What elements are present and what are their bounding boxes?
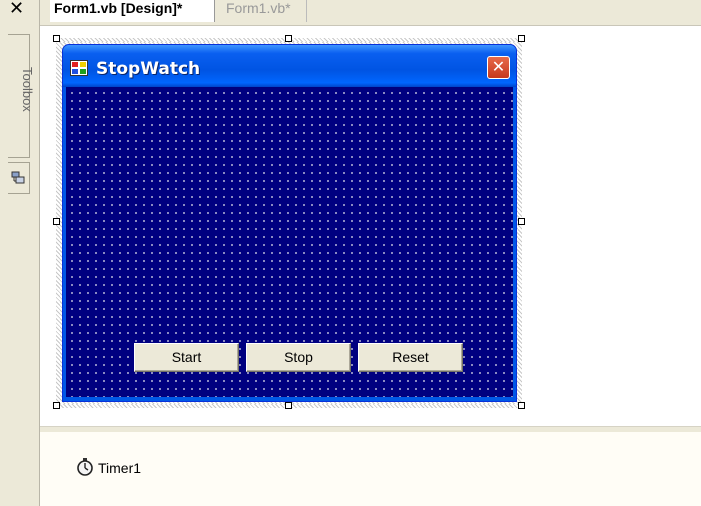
stopwatch-form[interactable]: StopWatch ✕ Start Stop Reset bbox=[62, 44, 517, 402]
start-button[interactable]: Start bbox=[134, 343, 239, 372]
reset-button[interactable]: Reset bbox=[358, 343, 463, 372]
tab-form1-code[interactable]: Form1.vb* bbox=[222, 0, 307, 22]
resize-handle-top-right bbox=[518, 35, 525, 42]
timer1-component-label[interactable]: Timer1 bbox=[98, 460, 141, 476]
toolbox-tab-label: Toolbox bbox=[20, 67, 35, 112]
server-explorer-tab[interactable] bbox=[8, 162, 30, 194]
document-tab-bar: Form1.vb [Design]* Form1.vb* bbox=[40, 0, 701, 26]
close-button[interactable]: ✕ bbox=[487, 56, 510, 79]
server-explorer-icon bbox=[11, 171, 25, 184]
resize-handle-top bbox=[285, 35, 292, 42]
form-title-bar[interactable]: StopWatch ✕ bbox=[63, 45, 516, 87]
resize-handle-bottom-right[interactable] bbox=[518, 402, 525, 409]
stop-button[interactable]: Stop bbox=[246, 343, 351, 372]
resize-handle-top-left bbox=[53, 35, 60, 42]
resize-handle-left bbox=[53, 218, 60, 225]
form-icon bbox=[70, 60, 88, 76]
toolbox-strip: ✕ Toolbox bbox=[0, 0, 40, 506]
resize-handle-bottom[interactable] bbox=[285, 402, 292, 409]
form-title: StopWatch bbox=[96, 59, 201, 79]
resize-handle-bottom-left bbox=[53, 402, 60, 409]
close-icon[interactable]: ✕ bbox=[9, 0, 24, 19]
tab-form1-design[interactable]: Form1.vb [Design]* bbox=[50, 0, 215, 22]
stopwatch-icon[interactable] bbox=[76, 458, 94, 476]
toolbox-tab[interactable]: Toolbox bbox=[8, 34, 35, 158]
form-client-area[interactable]: Start Stop Reset bbox=[66, 87, 513, 397]
resize-handle-right[interactable] bbox=[518, 218, 525, 225]
